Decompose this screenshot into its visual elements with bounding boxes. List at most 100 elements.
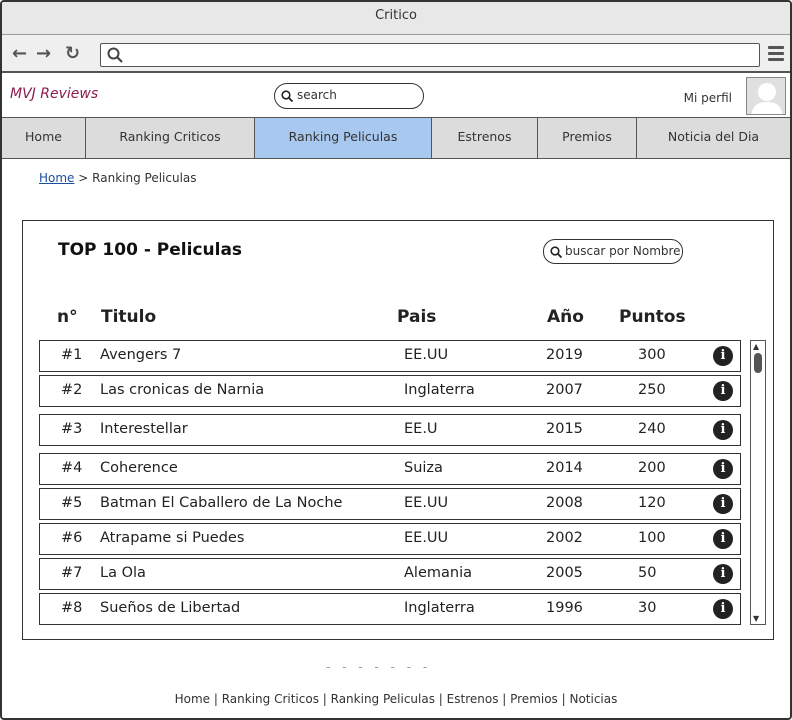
menu-icon[interactable]: [768, 46, 784, 62]
points-cell: 240: [638, 421, 666, 437]
country-cell: Suiza: [404, 460, 443, 476]
info-icon[interactable]: i: [713, 564, 733, 584]
tab-noticia-del-dia[interactable]: Noticia del Dia: [637, 118, 790, 158]
title-cell: Sueños de Libertad: [100, 600, 241, 616]
table-row[interactable]: #4 Coherence Suiza 2014 200 i: [39, 453, 741, 485]
tab-home[interactable]: Home: [2, 118, 86, 158]
year-cell: 2008: [546, 495, 583, 511]
column-header-country: Pais: [397, 307, 437, 327]
rank-cell: #4: [61, 460, 83, 476]
rank-cell: #1: [61, 347, 83, 363]
tab-ranking-criticos[interactable]: Ranking Criticos: [86, 118, 255, 158]
column-header-points: Puntos: [619, 307, 686, 327]
arrow-left-icon[interactable]: ←: [12, 44, 27, 64]
table-row[interactable]: #2 Las cronicas de Narnia Inglaterra 200…: [39, 375, 741, 407]
points-cell: 300: [638, 347, 666, 363]
breadcrumb-home-link[interactable]: Home: [39, 171, 74, 185]
arrow-right-icon[interactable]: →: [36, 44, 51, 64]
title-cell: Batman El Caballero de La Noche: [100, 495, 343, 511]
country-cell: EE.UU: [404, 495, 449, 511]
scroll-down-icon[interactable]: ▼: [753, 614, 759, 623]
footer-divider: - - - - - - -: [326, 660, 432, 674]
year-cell: 2014: [546, 460, 583, 476]
reload-icon[interactable]: ↻: [65, 44, 80, 64]
browser-window: Critico ← → ↻ MVJ Reviews search Mi perf…: [0, 0, 792, 720]
table-row[interactable]: #5 Batman El Caballero de La Noche EE.UU…: [39, 488, 741, 520]
address-bar[interactable]: [100, 43, 760, 67]
profile-link[interactable]: Mi perfil: [684, 91, 732, 105]
page-title: TOP 100 - Peliculas: [58, 240, 243, 260]
rank-cell: #7: [61, 565, 83, 581]
rank-cell: #5: [61, 495, 83, 511]
browser-toolbar: ← → ↻: [2, 35, 790, 73]
ranking-panel: TOP 100 - Peliculas buscar por Nombre n°…: [22, 220, 774, 640]
info-icon[interactable]: i: [713, 381, 733, 401]
table-row[interactable]: #7 La Ola Alemania 2005 50 i: [39, 558, 741, 590]
tab-estrenos[interactable]: Estrenos: [432, 118, 538, 158]
year-cell: 2019: [546, 347, 583, 363]
avatar[interactable]: [746, 77, 786, 115]
scrollbar-thumb[interactable]: [754, 353, 762, 373]
breadcrumb-current: Ranking Peliculas: [92, 171, 197, 185]
tab-ranking-peliculas[interactable]: Ranking Peliculas: [255, 118, 432, 158]
search-icon: [107, 47, 123, 63]
year-cell: 2007: [546, 382, 583, 398]
info-icon[interactable]: i: [713, 494, 733, 514]
country-cell: EE.U: [404, 421, 438, 437]
search-placeholder: search: [297, 88, 337, 102]
info-icon[interactable]: i: [713, 420, 733, 440]
country-cell: Alemania: [404, 565, 472, 581]
table-row[interactable]: #6 Atrapame si Puedes EE.UU 2002 100 i: [39, 523, 741, 555]
info-icon[interactable]: i: [713, 346, 733, 366]
rank-cell: #6: [61, 530, 83, 546]
name-search-placeholder: buscar por Nombre: [565, 244, 681, 258]
country-cell: EE.UU: [404, 530, 449, 546]
breadcrumb: Home > Ranking Peliculas: [39, 171, 197, 185]
points-cell: 120: [638, 495, 666, 511]
title-cell: Atrapame si Puedes: [100, 530, 245, 546]
rank-cell: #8: [61, 600, 83, 616]
points-cell: 200: [638, 460, 666, 476]
tab-premios[interactable]: Premios: [538, 118, 637, 158]
search-input[interactable]: search: [274, 83, 424, 109]
title-cell: Las cronicas de Narnia: [100, 382, 265, 398]
footer-links[interactable]: Home | Ranking Criticos | Ranking Pelicu…: [2, 692, 790, 706]
table-row[interactable]: #1 Avengers 7 EE.UU 2019 300 i: [39, 340, 741, 372]
year-cell: 2002: [546, 530, 583, 546]
rank-cell: #3: [61, 421, 83, 437]
column-header-year: Año: [547, 307, 584, 327]
main-nav: Home Ranking Criticos Ranking Peliculas …: [2, 117, 790, 159]
points-cell: 250: [638, 382, 666, 398]
name-search-input[interactable]: buscar por Nombre: [543, 239, 683, 264]
info-icon[interactable]: i: [713, 599, 733, 619]
table-row[interactable]: #3 Interestellar EE.U 2015 240 i: [39, 414, 741, 446]
country-cell: Inglaterra: [404, 600, 475, 616]
search-icon: [550, 246, 562, 258]
title-cell: Avengers 7: [100, 347, 182, 363]
user-icon: [751, 83, 783, 114]
column-header-rank: n°: [57, 307, 78, 327]
breadcrumb-separator: >: [78, 171, 89, 185]
country-cell: EE.UU: [404, 347, 449, 363]
country-cell: Inglaterra: [404, 382, 475, 398]
year-cell: 2015: [546, 421, 583, 437]
table-row[interactable]: #8 Sueños de Libertad Inglaterra 1996 30…: [39, 593, 741, 625]
info-icon[interactable]: i: [713, 459, 733, 479]
rank-cell: #2: [61, 382, 83, 398]
year-cell: 1996: [546, 600, 583, 616]
site-header: MVJ Reviews search Mi perfil: [2, 73, 790, 117]
title-cell: Interestellar: [100, 421, 188, 437]
title-cell: Coherence: [100, 460, 178, 476]
year-cell: 2005: [546, 565, 583, 581]
window-title: Critico: [2, 2, 790, 35]
search-icon: [281, 90, 293, 102]
points-cell: 50: [638, 565, 657, 581]
table-scrollbar[interactable]: ▲ ▼: [750, 340, 766, 625]
column-header-title: Titulo: [101, 307, 157, 327]
title-cell: La Ola: [100, 565, 146, 581]
points-cell: 30: [638, 600, 657, 616]
points-cell: 100: [638, 530, 666, 546]
site-logo[interactable]: MVJ Reviews: [10, 86, 98, 102]
scroll-up-icon[interactable]: ▲: [753, 342, 759, 351]
info-icon[interactable]: i: [713, 529, 733, 549]
